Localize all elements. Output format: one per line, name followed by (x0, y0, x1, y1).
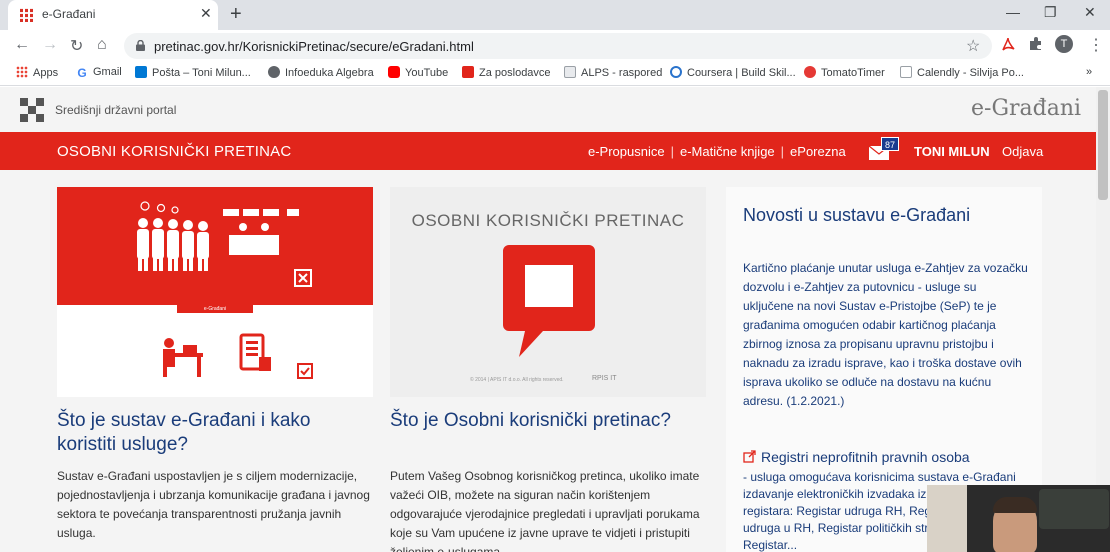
header-red-bar: OSOBNI KORISNIČKI PRETINAC e-Propusnice |… (0, 132, 1096, 170)
reload-icon[interactable]: ↻ (70, 36, 83, 56)
egradani-banner: e-Građani (177, 305, 253, 313)
scrollbar-thumb[interactable] (1098, 90, 1108, 200)
link-e-propusnice[interactable]: e-Propusnice (588, 144, 665, 159)
youtube-icon (388, 66, 400, 78)
card-pretinac-image[interactable]: OSOBNI KORISNIČKI PRETINAC © 2014 | APIS… (390, 187, 706, 397)
card-pretinac-image-heading: OSOBNI KORISNIČKI PRETINAC (411, 211, 685, 230)
puzzle-extensions-icon[interactable] (1028, 36, 1044, 52)
webcam-overlay (927, 485, 1110, 552)
speech-bubble-icon (503, 245, 595, 357)
tomato-icon (804, 66, 816, 78)
new-tab-button[interactable]: + (230, 3, 242, 26)
logout-link[interactable]: Odjava (1002, 144, 1043, 159)
tab-title: e-Građani (42, 7, 96, 21)
external-link-icon (743, 450, 756, 463)
portal-bar: Središnji državni portal e-Građani (0, 87, 1096, 132)
mp-icon (462, 66, 474, 78)
page-scrollbar[interactable] (1096, 87, 1110, 552)
bookmark-infoeduka[interactable]: Infoeduka Algebra (268, 66, 374, 79)
chrome-menu-icon[interactable]: ⋮ (1088, 35, 1104, 55)
home-icon[interactable]: ⌂ (97, 36, 107, 54)
bookmark-za-poslodavce[interactable]: Za poslodavce (462, 66, 551, 79)
maximize-button[interactable]: ❐ (1044, 4, 1057, 21)
browser-toolbar: ← → ↻ ⌂ pretinac.gov.hr/KorisnickiPretin… (0, 30, 1110, 62)
card-pretinac-title[interactable]: Što je Osobni korisnički pretinac? (390, 409, 706, 433)
bookmark-youtube[interactable]: YouTube (388, 66, 448, 79)
lock-icon (136, 40, 145, 51)
news-item-registri-title[interactable]: Registri neprofitnih pravnih osoba (743, 449, 970, 465)
bookmark-apps[interactable]: Apps (16, 66, 58, 79)
card-pretinac-footer: © 2014 | APIS IT d.o.o. All rights reser… (470, 377, 564, 383)
bookmarks-overflow-icon[interactable]: » (1086, 66, 1092, 78)
forward-arrow-icon[interactable]: → (42, 36, 58, 54)
calendly-icon (900, 66, 912, 78)
card-egradani-image-lower: e-Građani (57, 305, 373, 397)
link-e-maticne-knjige[interactable]: e-Matične knjige (680, 144, 775, 159)
bookmark-tomatotimer[interactable]: TomatoTimer (804, 66, 885, 79)
portal-checker-logo-icon[interactable] (20, 98, 44, 122)
bookmarks-bar: Apps G Gmail Pošta – Toni Milun... Infoed… (0, 62, 1110, 86)
checkbox-checked-icon (297, 363, 313, 379)
window-close-button[interactable]: ✕ (1084, 4, 1096, 21)
news-item-card-payment[interactable]: Kartično plaćanje unutar usluga e-Zahtje… (743, 259, 1029, 411)
acrobat-extension-icon[interactable] (1000, 36, 1016, 52)
egradani-favicon-icon (20, 8, 34, 22)
outlook-icon (135, 66, 147, 78)
browser-tab-strip: e-Građani ✕ + — ❐ ✕ (0, 0, 1110, 30)
apps-grid-icon (16, 66, 28, 78)
person-at-desk-icon (163, 338, 203, 377)
tab-close-icon[interactable]: ✕ (200, 5, 212, 22)
portal-name[interactable]: Središnji državni portal (55, 103, 176, 117)
card-pretinac-mark: RPIS IT (592, 375, 617, 382)
link-eporezna[interactable]: ePorezna (790, 144, 846, 159)
browser-tab[interactable]: e-Građani ✕ (8, 0, 218, 30)
bookmark-gmail[interactable]: G Gmail (76, 66, 122, 79)
section-title[interactable]: OSOBNI KORISNIČKI PRETINAC (57, 143, 291, 160)
profile-avatar[interactable]: T (1055, 35, 1073, 53)
page-content: Središnji državni portal e-Građani OSOBN… (0, 87, 1096, 552)
bookmark-alps[interactable]: ALPS - raspored (564, 66, 662, 79)
bookmark-star-icon[interactable]: ☆ (966, 36, 980, 56)
bookmark-posta[interactable]: Pošta – Toni Milun... (135, 66, 251, 79)
news-title: Novosti u sustavu e-Građani (743, 205, 971, 225)
card-egradani-text: Sustav e-Građani uspostavljen je s cilje… (57, 469, 370, 540)
card-pretinac-text: Putem Vašeg Osobnog korisničkog pretinca… (390, 469, 700, 552)
google-icon: G (76, 66, 88, 80)
brand-logo[interactable]: e-Građani (971, 96, 1081, 121)
url-text[interactable]: pretinac.gov.hr/KorisnickiPretinac/secur… (154, 39, 474, 54)
minimize-button[interactable]: — (1006, 4, 1020, 20)
back-arrow-icon[interactable]: ← (14, 36, 30, 54)
bookmark-coursera[interactable]: Coursera | Build Skil... (670, 66, 796, 79)
user-name: TONI MILUN (914, 144, 990, 159)
doc-icon (564, 66, 576, 78)
globe-icon (268, 66, 280, 78)
phone-document-icon (239, 333, 271, 371)
header-nav: e-Propusnice | e-Matične knjige | ePorezna (588, 144, 846, 159)
card-egradani-image[interactable]: e-Građani (57, 187, 373, 397)
coursera-icon (670, 66, 682, 78)
bookmark-calendly[interactable]: Calendly - Silvija Po... (900, 66, 1024, 79)
card-egradani-title[interactable]: Što je sustav e-Građani i kako koristiti… (57, 409, 357, 457)
address-bar[interactable]: pretinac.gov.hr/KorisnickiPretinac/secur… (124, 33, 992, 59)
people-queue-illustration (137, 201, 312, 287)
mail-count-badge[interactable]: 87 (881, 137, 899, 151)
